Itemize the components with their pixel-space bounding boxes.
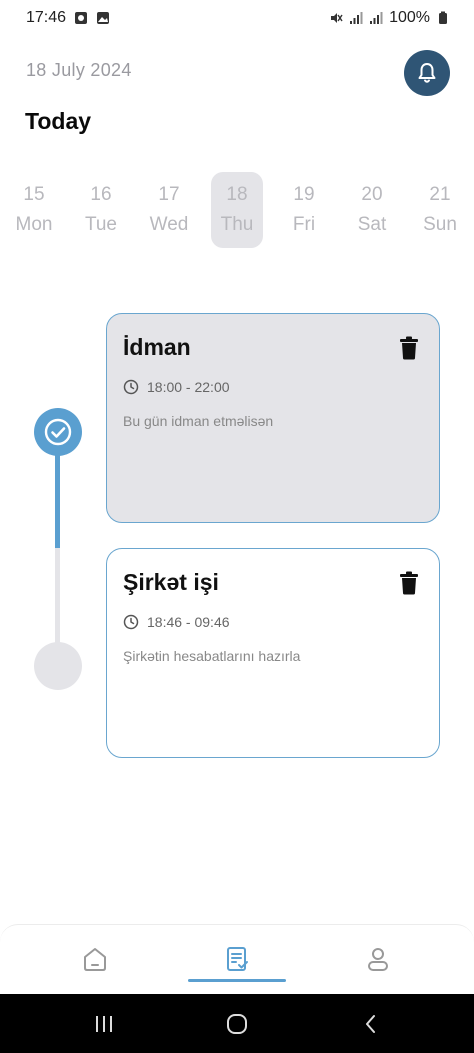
week-selector: 15 Mon 16 Tue 17 Wed 18 Thu 19 Fri 20 Sa… [0,172,474,248]
task-time-row: 18:00 - 22:00 [123,379,423,395]
day-name: Thu [220,214,254,235]
mute-icon [331,13,343,23]
nav-profile[interactable] [328,937,428,981]
day-mon[interactable]: 15 Mon [8,172,60,248]
profile-icon [368,948,388,971]
nav-tasks[interactable] [187,937,287,981]
task-description: Şirkətin hesabatlarını hazırla [123,648,301,664]
bell-icon [418,63,436,83]
home-icon [84,948,106,971]
trash-icon[interactable] [399,336,419,360]
battery-icon [439,11,447,24]
day-thu[interactable]: 18 Thu [211,172,263,248]
task-pending-toggle[interactable] [34,642,82,690]
back-button[interactable] [356,1010,384,1038]
day-name: Sat [357,214,387,235]
clock-icon [123,379,139,395]
task-card[interactable]: Şirkət işi 18:46 - 09:46 Şirkətin hesaba… [106,548,440,758]
task-complete-toggle[interactable] [34,408,82,456]
task-list-icon [227,947,248,971]
day-fri[interactable]: 19 Fri [278,172,330,248]
clock-icon [123,614,139,630]
day-name: Sun [423,214,457,235]
back-chevron-icon [366,1015,375,1033]
day-tue[interactable]: 16 Tue [75,172,127,248]
day-name: Mon [15,214,53,235]
task-time: 18:46 - 09:46 [147,614,230,630]
check-circle-icon [44,418,72,446]
day-number: 17 [158,184,180,205]
status-time: 17:46 [26,9,67,26]
notification-icon [75,12,88,24]
timeline-remaining [55,548,60,648]
system-navigation-bar [0,994,474,1053]
task-description: Bu gün idman etməlisən [123,413,274,429]
task-time-row: 18:46 - 09:46 [123,614,423,630]
gallery-icon [97,12,110,24]
current-date: 18 July 2024 [26,60,132,80]
home-circle-icon [227,1014,247,1034]
signal-icon-2 [370,12,383,24]
status-bar: 17:46 100% [0,0,474,36]
day-number: 19 [293,184,315,205]
battery-percent: 100% [389,9,430,26]
recent-apps-button[interactable] [90,1010,118,1038]
day-number: 18 [226,184,248,205]
day-sun[interactable]: 21 Sun [414,172,466,248]
task-card[interactable]: İdman 18:00 - 22:00 Bu gün idman etməlis… [106,313,440,523]
home-system-button[interactable] [223,1010,251,1038]
day-number: 16 [90,184,112,205]
task-title: İdman [123,334,191,360]
day-number: 15 [23,184,45,205]
task-time: 18:00 - 22:00 [147,379,230,395]
bottom-navigation [0,924,474,994]
nav-home[interactable] [45,937,145,981]
trash-icon[interactable] [399,571,419,595]
signal-icon [350,12,363,24]
day-name: Tue [84,214,118,235]
timeline-progress [55,440,60,548]
day-name: Fri [292,214,316,235]
page-title: Today [25,108,92,134]
day-wed[interactable]: 17 Wed [143,172,195,248]
day-number: 20 [361,184,383,205]
status-left: 17:46 [26,9,110,27]
day-sat[interactable]: 20 Sat [346,172,398,248]
active-tab-indicator [188,979,286,982]
notifications-button[interactable] [404,50,450,96]
task-title: Şirkət işi [123,569,219,595]
recent-apps-icon [96,1016,112,1032]
status-right: 100% [329,9,450,27]
day-number: 21 [429,184,451,205]
day-name: Wed [149,214,189,235]
